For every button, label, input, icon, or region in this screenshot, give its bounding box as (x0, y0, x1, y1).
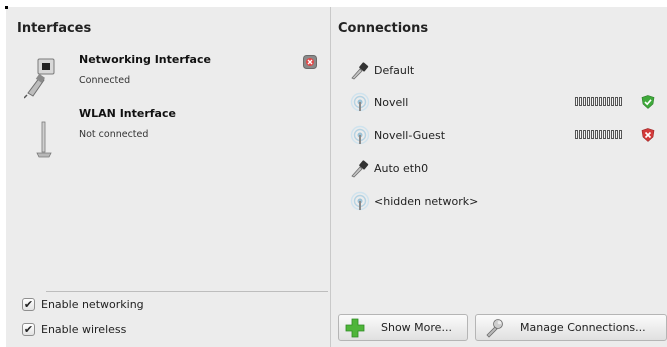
show-more-button[interactable]: Show More... (338, 314, 468, 341)
pane-divider (330, 7, 331, 347)
enable-wireless-option[interactable]: ✔ Enable wireless (22, 323, 126, 336)
secure-shield-icon (641, 95, 655, 109)
window-corner-mark (5, 6, 8, 9)
connection-label-novell-guest: Novell-Guest (374, 129, 446, 142)
interface-title-wlan: WLAN Interface (79, 107, 176, 120)
signal-strength-meter (575, 130, 622, 139)
connection-label-auto-eth0: Auto eth0 (374, 162, 429, 175)
interface-status-wlan: Not connected (79, 129, 149, 140)
insecure-shield-icon (641, 128, 655, 142)
connection-label-hidden-network: <hidden network> (374, 195, 479, 208)
enable-networking-option[interactable]: ✔ Enable networking (22, 298, 144, 311)
show-more-label: Show More... (381, 321, 452, 334)
manage-connections-label: Manage Connections... (520, 321, 646, 334)
enable-networking-checkbox[interactable]: ✔ (22, 298, 35, 311)
plus-icon (345, 318, 365, 338)
manage-connections-button[interactable]: Manage Connections... (475, 314, 667, 341)
disconnect-icon[interactable] (303, 55, 317, 69)
wired-plug-icon (351, 160, 369, 178)
enable-wireless-checkbox[interactable]: ✔ (22, 323, 35, 336)
wireless-icon (350, 191, 370, 211)
interfaces-heading: Interfaces (17, 21, 92, 36)
wired-network-icon (24, 58, 55, 99)
wireless-icon (350, 125, 370, 145)
interface-status-networking: Connected (79, 75, 131, 86)
wired-plug-icon (351, 62, 369, 80)
interface-title-networking: Networking Interface (79, 53, 211, 66)
options-divider (46, 291, 328, 292)
enable-wireless-label: Enable wireless (41, 323, 127, 336)
connection-label-novell: Novell (374, 96, 409, 109)
connection-label-default: Default (374, 64, 415, 77)
wireless-antenna-icon (36, 121, 52, 158)
signal-strength-meter (575, 97, 622, 106)
wrench-icon (486, 319, 503, 338)
connections-heading: Connections (338, 21, 429, 36)
enable-networking-label: Enable networking (41, 298, 144, 311)
wireless-icon (350, 92, 370, 112)
connections-pane (331, 7, 667, 347)
